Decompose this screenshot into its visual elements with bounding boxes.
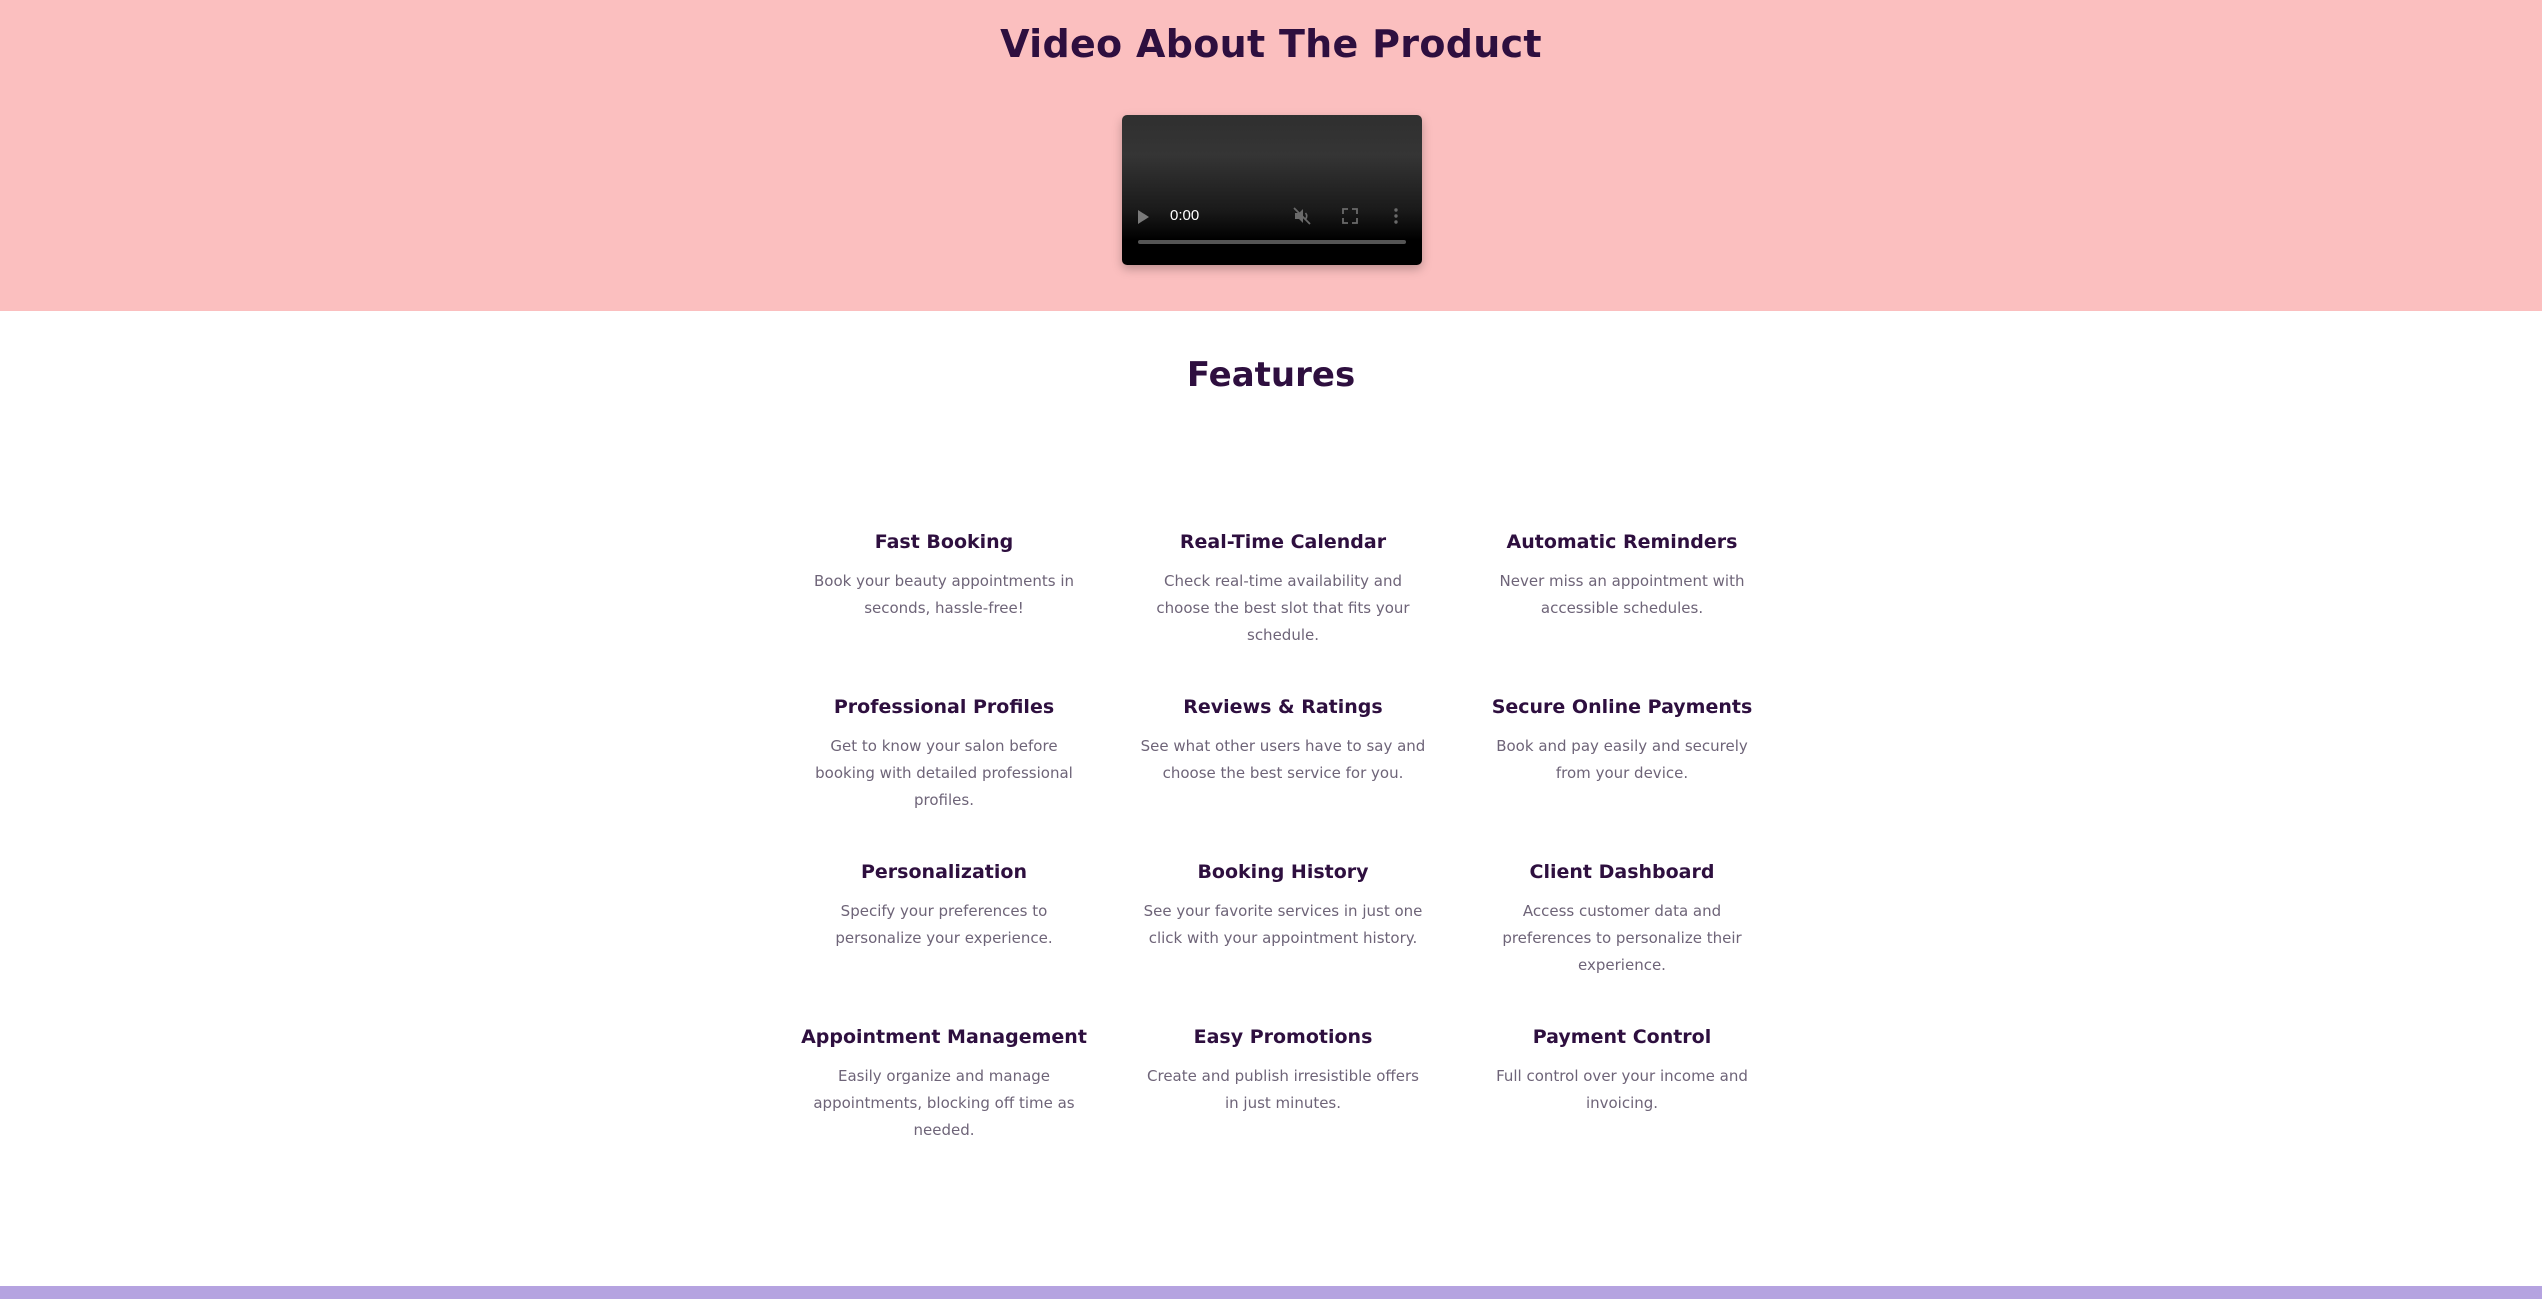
more-options-icon[interactable] — [1386, 206, 1406, 226]
feature-description: Book and pay easily and securely from yo… — [1496, 737, 1748, 782]
video-progress-bar[interactable] — [1138, 240, 1406, 244]
feature-title: Fast Booking — [874, 531, 1014, 553]
feature-item: Personalization Specify your preferences … — [776, 850, 1112, 1015]
feature-title: Booking History — [1197, 861, 1369, 883]
feature-item: Automatic Reminders Never miss an appoint… — [1454, 520, 1790, 685]
feature-description: Never miss an appointment with accessibl… — [1499, 572, 1745, 617]
feature-title: Professional Profiles — [833, 696, 1055, 718]
feature-description: Check real-time availability and choose … — [1156, 572, 1410, 644]
feature-description: Access customer data and preferences to … — [1502, 902, 1742, 974]
feature-item: Fast Booking Book your beauty appointment… — [776, 520, 1112, 685]
feature-description: See what other users have to say and cho… — [1140, 737, 1426, 782]
feature-item: Reviews & Ratings See what other users ha… — [1115, 685, 1451, 850]
muted-speaker-icon[interactable] — [1292, 206, 1312, 226]
feature-item: Client Dashboard Access customer data and… — [1454, 850, 1790, 1015]
video-player[interactable]: 0:00 — [1122, 115, 1422, 265]
feature-title: Secure Online Payments — [1491, 696, 1753, 718]
feature-description: Easily organize and manage appointments,… — [813, 1067, 1075, 1139]
fullscreen-icon[interactable] — [1340, 206, 1360, 226]
feature-description: Create and publish irresistible offers i… — [1147, 1067, 1419, 1112]
feature-item: Real-Time Calendar Check real-time availa… — [1115, 520, 1451, 685]
feature-title: Automatic Reminders — [1506, 531, 1738, 553]
feature-title: Easy Promotions — [1193, 1026, 1373, 1048]
feature-item: Secure Online Payments Book and pay easil… — [1454, 685, 1790, 850]
video-section-title: Video About The Product — [1000, 22, 1542, 66]
feature-title: Appointment Management — [801, 1026, 1087, 1048]
feature-description: Specify your preferences to personalize … — [835, 902, 1053, 947]
feature-title: Real-Time Calendar — [1179, 531, 1387, 553]
feature-item: Easy Promotions Create and publish irresi… — [1115, 1015, 1451, 1180]
video-time-display: 0:00 — [1170, 207, 1200, 224]
feature-title: Reviews & Ratings — [1183, 696, 1383, 718]
features-grid: Fast Booking Book your beauty appointment… — [776, 520, 1796, 1180]
feature-item: Payment Control Full control over your in… — [1454, 1015, 1790, 1180]
play-icon[interactable] — [1138, 210, 1149, 224]
footer-bar — [0, 1286, 2542, 1299]
features-title: Features — [1186, 355, 1356, 395]
feature-description: Book your beauty appointments in seconds… — [813, 572, 1075, 617]
feature-title: Personalization — [861, 861, 1027, 883]
feature-item: Appointment Management Easily organize an… — [776, 1015, 1112, 1180]
video-section: Video About The Product 0:00 — [0, 0, 2542, 311]
feature-item: Professional Profiles Get to know your sa… — [776, 685, 1112, 850]
feature-description: Get to know your salon before booking wi… — [815, 737, 1073, 809]
feature-description: See your favorite services in just one c… — [1143, 902, 1423, 947]
feature-title: Payment Control — [1532, 1026, 1712, 1048]
feature-title: Client Dashboard — [1529, 861, 1715, 883]
feature-description: Full control over your income and invoic… — [1496, 1067, 1748, 1112]
feature-item: Booking History See your favorite service… — [1115, 850, 1451, 1015]
